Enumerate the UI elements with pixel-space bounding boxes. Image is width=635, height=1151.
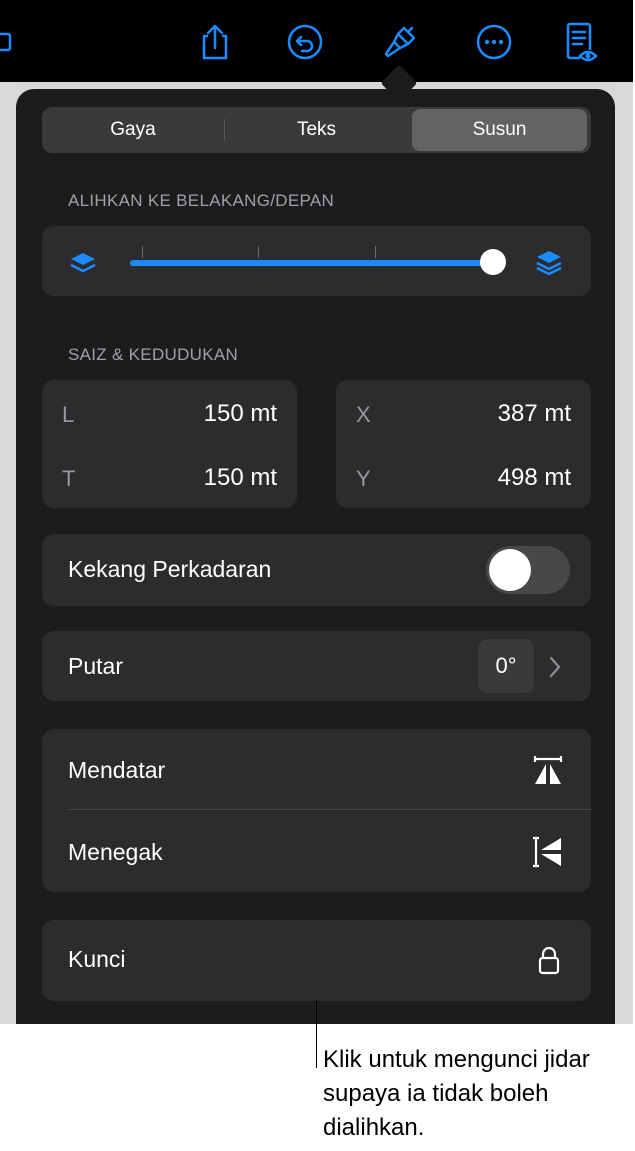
chevron-right-icon (548, 655, 562, 684)
rotate-angle-field[interactable]: 0° (478, 639, 534, 693)
layer-section-title: ALIHKAN KE BELAKANG/DEPAN (68, 191, 335, 210)
flip-vertical-label[interactable]: Menegak (68, 839, 163, 866)
document-icon[interactable] (0, 20, 14, 64)
x-field[interactable]: 387 mt (498, 400, 571, 428)
constrain-row: Kekang Perkadaran (42, 534, 591, 606)
layer-slider-thumb[interactable] (480, 249, 506, 275)
tab-segmented-control: Gaya Teks Susun (42, 107, 591, 153)
canvas-left (0, 82, 16, 1024)
height-field[interactable]: 150 mt (204, 464, 277, 492)
format-popover: Gaya Teks Susun ALIHKAN KE BELAKANG/DEPA… (16, 89, 615, 1024)
callout-text: Klik untuk mengunci jidar supaya ia tida… (323, 1046, 590, 1141)
tab-text[interactable]: Teks (225, 107, 408, 153)
flip-vertical-icon[interactable] (532, 835, 564, 874)
app-screen: Gaya Teks Susun ALIHKAN KE BELAKANG/DEPA… (0, 0, 633, 1024)
flip-horizontal-label[interactable]: Mendatar (68, 757, 165, 784)
tab-style[interactable]: Gaya (42, 107, 224, 153)
lock-icon[interactable] (538, 946, 560, 981)
slider-tick (375, 246, 376, 258)
toggle-knob (489, 549, 531, 591)
width-label: L (62, 402, 75, 427)
layer-slider-row (42, 226, 591, 296)
more-icon[interactable] (472, 20, 516, 64)
bring-to-front-icon[interactable] (534, 246, 564, 281)
callout-leader-line (316, 1000, 317, 1068)
reader-view-icon[interactable] (560, 20, 604, 64)
x-label: X (356, 402, 371, 427)
slider-tick (258, 246, 259, 258)
undo-icon[interactable] (283, 20, 327, 64)
flip-group: Mendatar Menegak (42, 729, 591, 892)
send-to-back-icon[interactable] (68, 248, 98, 283)
size-position-section-title: SAIZ & KEDUDUKAN (68, 345, 239, 364)
lock-label: Kunci (68, 946, 126, 972)
rotate-label: Putar (68, 653, 123, 679)
y-field[interactable]: 498 mt (498, 464, 571, 492)
size-box: L 150 mt T 150 mt (42, 380, 297, 508)
constrain-label: Kekang Perkadaran (68, 556, 272, 582)
slider-tick (142, 246, 143, 258)
flip-divider (68, 809, 591, 810)
rotate-row[interactable]: Putar 0° (42, 631, 591, 701)
tab-arrange[interactable]: Susun (412, 109, 587, 151)
lock-row[interactable]: Kunci (42, 920, 591, 1001)
layer-slider-track[interactable] (130, 260, 492, 266)
height-label: T (62, 466, 76, 491)
toolbar (0, 0, 633, 82)
position-box: X 387 mt Y 498 mt (336, 380, 591, 508)
y-label: Y (356, 466, 371, 491)
format-brush-icon[interactable] (378, 20, 422, 64)
flip-horizontal-icon[interactable] (532, 755, 564, 792)
width-field[interactable]: 150 mt (204, 400, 277, 428)
constrain-toggle[interactable] (486, 546, 570, 594)
share-icon[interactable] (193, 20, 237, 64)
canvas-right (615, 82, 633, 1024)
